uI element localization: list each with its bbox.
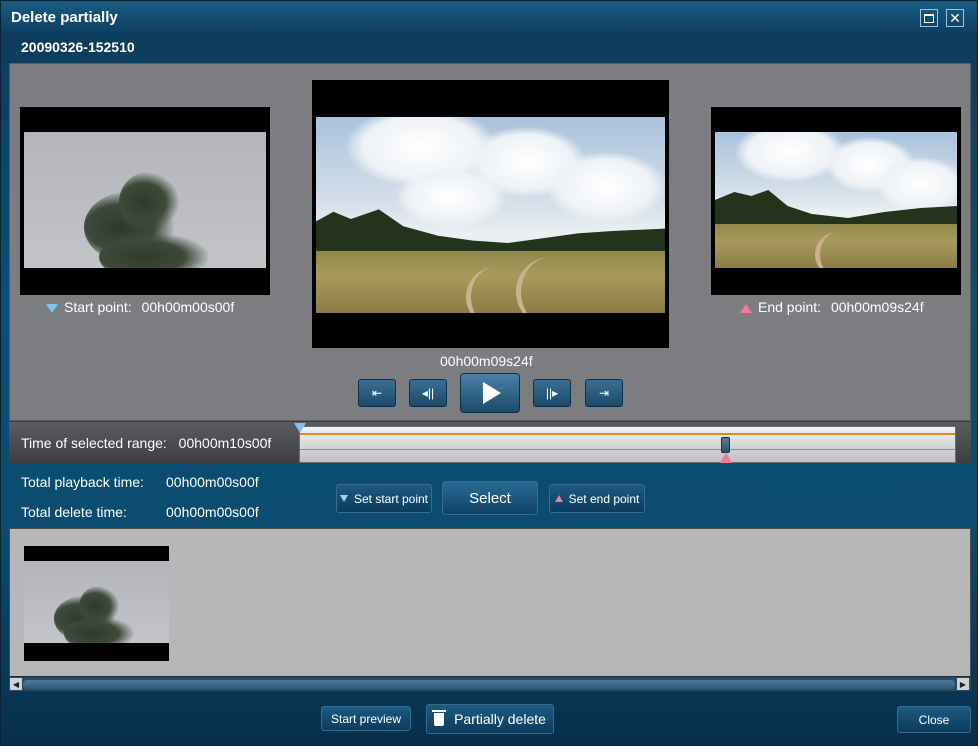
segment-thumbnail[interactable] xyxy=(24,546,169,661)
file-name: 20090326-152510 xyxy=(21,39,135,55)
start-point-time: 00h00m00s00f xyxy=(141,299,235,315)
start-marker-icon xyxy=(46,303,58,313)
selected-range-value: 00h00m10s00f xyxy=(178,435,272,451)
close-label: Close xyxy=(918,712,950,727)
selected-range-label: Time of selected range: xyxy=(21,435,167,451)
maximize-icon xyxy=(924,13,934,23)
start-point-label: Start point: xyxy=(64,299,132,315)
partially-delete-button[interactable]: Partially delete xyxy=(426,704,554,734)
trash-icon xyxy=(432,709,447,726)
set-end-point-label: Set end point xyxy=(568,491,640,506)
previous-frame-button[interactable]: ◂|| xyxy=(409,379,447,407)
scroll-right-icon[interactable]: ▶ xyxy=(957,678,969,690)
skip-to-start-icon: ⇤ xyxy=(371,386,383,400)
skip-to-end-icon: ⇥ xyxy=(598,386,610,400)
current-time: 00h00m09s24f xyxy=(440,353,533,369)
selected-range-line xyxy=(300,433,955,435)
title-bar: Delete partially ✕ xyxy=(1,1,977,35)
close-button[interactable]: Close xyxy=(897,706,971,733)
end-marker-icon xyxy=(554,495,563,502)
window-title: Delete partially xyxy=(11,9,118,26)
track-divider xyxy=(300,449,955,450)
playhead-knob[interactable] xyxy=(721,437,730,453)
play-button[interactable] xyxy=(460,373,520,413)
timeline-track[interactable] xyxy=(294,423,956,463)
select-label: Select xyxy=(469,489,511,507)
maximize-button[interactable] xyxy=(920,9,938,27)
start-preview-label: Start preview xyxy=(330,711,402,726)
segment-frame-image xyxy=(24,561,169,643)
end-point-thumbnail[interactable] xyxy=(711,107,961,295)
go-to-end-button[interactable]: ⇥ xyxy=(585,379,623,407)
next-frame-button[interactable]: ||▸ xyxy=(533,379,571,407)
end-frame-image xyxy=(715,132,957,268)
segment-list-scrollbar[interactable]: ◀ ▶ xyxy=(9,676,971,691)
total-delete-value: 00h00m00s00f xyxy=(166,504,259,520)
end-point-label: End point: xyxy=(758,299,822,315)
preview-panel: Start point: 00h00m00s00f 00h00m09s24f E… xyxy=(9,63,971,421)
end-marker-icon xyxy=(740,303,752,313)
go-to-start-button[interactable]: ⇤ xyxy=(358,379,396,407)
select-button[interactable]: Select xyxy=(442,481,538,515)
total-playback-value: 00h00m00s00f xyxy=(166,474,259,490)
set-start-point-button[interactable]: Set start point xyxy=(336,484,432,513)
partially-delete-label: Partially delete xyxy=(454,711,546,727)
start-frame-image xyxy=(24,132,266,268)
step-back-icon: ◂|| xyxy=(421,386,435,400)
total-delete-label: Total delete time: xyxy=(21,504,127,520)
end-point-time: 00h00m09s24f xyxy=(830,299,924,315)
scroll-left-icon[interactable]: ◀ xyxy=(10,678,22,690)
close-icon: ✕ xyxy=(949,10,961,26)
start-marker-icon xyxy=(339,495,348,502)
start-point-thumbnail[interactable] xyxy=(20,107,270,295)
end-point-readout: End point: 00h00m09s24f xyxy=(740,299,924,315)
selected-range-bar: Time of selected range: 00h00m10s00f xyxy=(9,422,971,464)
delete-partially-window: Delete partially ✕ 20090326-152510 Start… xyxy=(0,0,978,746)
set-start-point-label: Set start point xyxy=(353,491,429,506)
start-point-readout: Start point: 00h00m00s00f xyxy=(46,299,234,315)
start-preview-button[interactable]: Start preview xyxy=(321,706,411,731)
main-preview[interactable] xyxy=(312,80,669,348)
scrollbar-thumb[interactable] xyxy=(23,680,955,689)
close-window-button[interactable]: ✕ xyxy=(946,9,964,27)
total-playback-label: Total playback time: xyxy=(21,474,144,490)
set-end-point-button[interactable]: Set end point xyxy=(549,484,645,513)
current-frame-image xyxy=(316,117,665,313)
selected-range-readout: Time of selected range: 00h00m10s00f xyxy=(21,435,271,451)
step-forward-icon: ||▸ xyxy=(545,386,559,400)
end-marker-handle[interactable] xyxy=(720,452,732,463)
segment-list xyxy=(9,528,971,691)
play-icon xyxy=(483,382,501,404)
start-marker-handle[interactable] xyxy=(294,423,306,433)
